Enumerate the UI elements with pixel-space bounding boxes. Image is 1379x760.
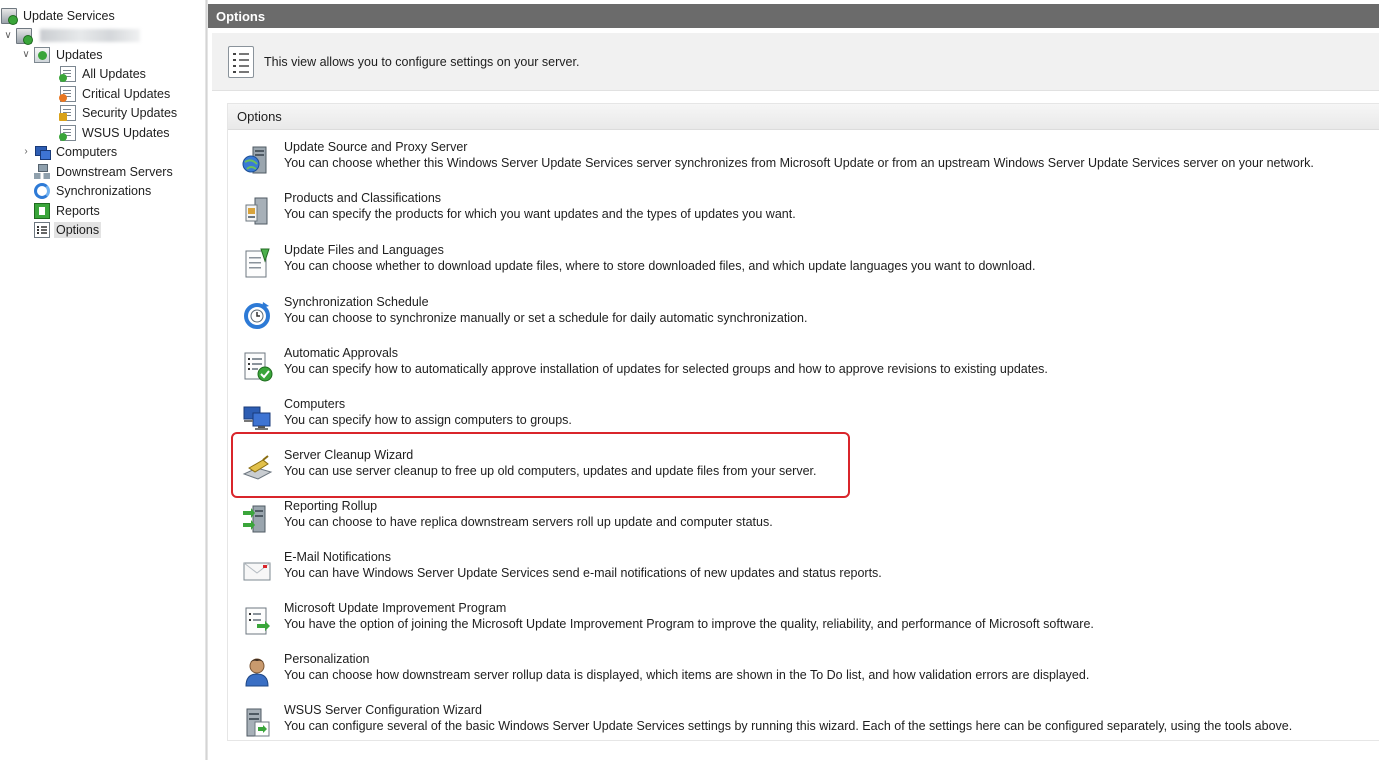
- option-update-files-languages[interactable]: Update Files and Languages You can choos…: [237, 243, 1367, 283]
- server-icon: [16, 27, 33, 45]
- option-title[interactable]: Update Source and Proxy Server: [284, 140, 467, 154]
- tree-item-options[interactable]: Options: [32, 220, 102, 239]
- tree-item-synchronizations[interactable]: Synchronizations: [32, 181, 153, 200]
- redacted-server-name: [40, 29, 140, 42]
- option-title[interactable]: Server Cleanup Wizard: [284, 448, 413, 462]
- email-icon: [243, 562, 271, 581]
- option-improvement-program[interactable]: Microsoft Update Improvement Program You…: [237, 601, 1367, 641]
- tree-item-computers[interactable]: › Computers: [20, 142, 119, 161]
- option-title[interactable]: E-Mail Notifications: [284, 550, 391, 564]
- option-title[interactable]: Products and Classifications: [284, 191, 441, 205]
- option-description: You can choose how downstream server rol…: [284, 668, 1090, 682]
- tree-label: Reports: [56, 203, 100, 218]
- tree-item-reports[interactable]: Reports: [32, 201, 102, 220]
- improvement-program-icon: [245, 607, 270, 635]
- option-title[interactable]: Computers: [284, 397, 345, 411]
- option-title[interactable]: Update Files and Languages: [284, 243, 444, 257]
- option-personalization[interactable]: Personalization You can choose how downs…: [237, 652, 1367, 692]
- tree-item-wsus-updates[interactable]: WSUS Updates: [58, 123, 172, 142]
- option-computers[interactable]: Computers You can specify how to assign …: [237, 397, 1367, 437]
- synchronizations-icon: [34, 182, 50, 199]
- option-reporting-rollup[interactable]: Reporting Rollup You can choose to have …: [237, 499, 1367, 539]
- option-title[interactable]: Microsoft Update Improvement Program: [284, 601, 506, 615]
- option-description: You can choose whether this Windows Serv…: [284, 156, 1314, 170]
- option-description: You can configure several of the basic W…: [284, 719, 1293, 733]
- option-config-wizard[interactable]: WSUS Server Configuration Wizard You can…: [237, 703, 1367, 743]
- tree-item-downstream-servers[interactable]: Downstream Servers: [32, 162, 175, 181]
- options-section-header: Options: [228, 104, 1379, 130]
- wsus-updates-icon: [59, 124, 76, 141]
- all-updates-icon: [59, 65, 76, 82]
- tree-item-all-updates[interactable]: All Updates: [58, 64, 148, 83]
- option-description: You can use server cleanup to free up ol…: [284, 464, 817, 478]
- option-description: You can specify the products for which y…: [284, 207, 796, 221]
- tree-label: Critical Updates: [82, 86, 171, 101]
- personalization-icon: [245, 658, 269, 687]
- tree-label: Updates: [56, 47, 103, 62]
- options-list-icon: [228, 45, 254, 78]
- tree-label: Security Updates: [82, 105, 178, 120]
- reports-icon: [34, 202, 50, 219]
- options-icon: [34, 221, 50, 238]
- tree-label: Options: [54, 221, 102, 238]
- downstream-servers-icon: [34, 163, 50, 180]
- chevron-down-icon[interactable]: ∨: [20, 45, 32, 64]
- option-description: You can specify how to assign computers …: [284, 413, 572, 427]
- chevron-right-icon[interactable]: ›: [20, 142, 32, 161]
- navigation-tree: Update Services ∨ ∨ Updates All Updates …: [0, 0, 205, 760]
- options-list: Options Update Source and Proxy Server Y…: [227, 103, 1379, 741]
- sync-schedule-icon: [244, 302, 270, 329]
- tree-label: Update Services: [23, 8, 115, 23]
- tree-item-security-updates[interactable]: Security Updates: [58, 103, 179, 122]
- computers-icon: [34, 144, 51, 160]
- option-update-source[interactable]: Update Source and Proxy Server You can c…: [237, 140, 1367, 180]
- computers-icon: [243, 406, 271, 430]
- option-email-notifications[interactable]: E-Mail Notifications You can have Window…: [237, 550, 1367, 590]
- option-title[interactable]: Automatic Approvals: [284, 346, 398, 360]
- option-description: You have the option of joining the Micro…: [284, 617, 1094, 631]
- critical-updates-icon: [59, 85, 76, 102]
- update-files-icon: [245, 248, 270, 278]
- option-title[interactable]: WSUS Server Configuration Wizard: [284, 703, 482, 717]
- tree-label: WSUS Updates: [82, 125, 170, 140]
- option-automatic-approvals[interactable]: Automatic Approvals You can specify how …: [237, 346, 1367, 386]
- server-globe-icon: [242, 146, 267, 174]
- option-description: You can choose to synchronize manually o…: [284, 311, 808, 325]
- intro-text: This view allows you to configure settin…: [264, 54, 580, 69]
- security-updates-icon: [59, 104, 76, 121]
- intro-banner: This view allows you to configure settin…: [212, 33, 1379, 91]
- option-server-cleanup-wizard[interactable]: Server Cleanup Wizard You can use server…: [237, 448, 1367, 488]
- products-icon: [245, 197, 268, 225]
- tree-label: Downstream Servers: [56, 164, 173, 179]
- option-title[interactable]: Reporting Rollup: [284, 499, 377, 513]
- tree-item-update-services[interactable]: Update Services: [0, 6, 117, 25]
- option-description: You can have Windows Server Update Servi…: [284, 566, 882, 580]
- updates-icon: [34, 46, 50, 63]
- tree-label: All Updates: [82, 66, 146, 81]
- option-title[interactable]: Personalization: [284, 652, 369, 666]
- tree-item-updates[interactable]: ∨ Updates: [20, 45, 105, 64]
- option-description: You can choose to have replica downstrea…: [284, 515, 773, 529]
- approvals-icon: [244, 352, 273, 382]
- chevron-down-icon[interactable]: ∨: [2, 26, 14, 45]
- option-description: You can specify how to automatically app…: [284, 362, 1048, 376]
- option-title[interactable]: Synchronization Schedule: [284, 295, 429, 309]
- config-wizard-icon: [246, 708, 270, 737]
- cleanup-icon: [242, 455, 273, 480]
- options-pane: Options This view allows you to configur…: [208, 0, 1379, 760]
- rollup-icon: [243, 505, 266, 533]
- update-services-icon: [1, 7, 18, 25]
- option-description: You can choose whether to download updat…: [284, 259, 1036, 273]
- tree-label: Synchronizations: [56, 183, 152, 198]
- tree-item-server[interactable]: ∨: [2, 26, 140, 45]
- tree-item-critical-updates[interactable]: Critical Updates: [58, 84, 172, 103]
- pane-title: Options: [208, 4, 1379, 28]
- option-products-classifications[interactable]: Products and Classifications You can spe…: [237, 191, 1367, 231]
- tree-label: Computers: [56, 144, 118, 159]
- option-sync-schedule[interactable]: Synchronization Schedule You can choose …: [237, 295, 1367, 335]
